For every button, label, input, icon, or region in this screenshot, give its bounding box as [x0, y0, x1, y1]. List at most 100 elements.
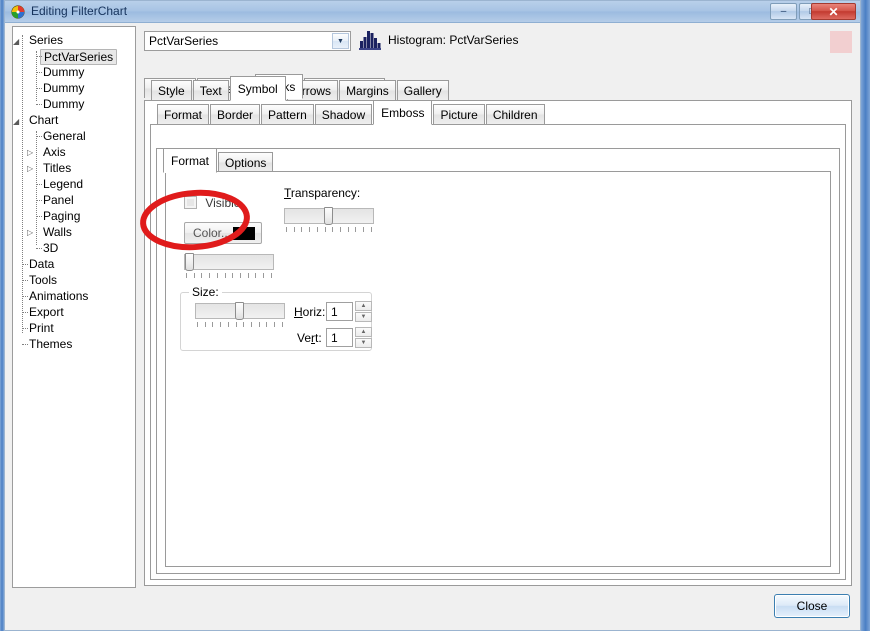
minimize-button[interactable]: – — [770, 3, 797, 20]
tree-item-series[interactable]: ◢ Series — [13, 32, 135, 48]
series-select-value: PctVarSeries — [149, 34, 219, 48]
tree-item-dummy[interactable]: Dummy — [13, 64, 135, 80]
tab-format[interactable]: Format — [163, 148, 218, 173]
tree-item-label: 3D — [43, 241, 59, 255]
tabstrip-level-4: Format Options — [163, 148, 274, 173]
color-swatch[interactable] — [233, 227, 255, 240]
tab-children[interactable]: Children — [485, 104, 545, 124]
size-slider-thumb[interactable] — [235, 302, 244, 320]
tree-item-label: Tools — [29, 273, 58, 287]
slider-ticks — [197, 322, 283, 328]
tree-item-titles[interactable]: ▷ Titles — [13, 160, 135, 176]
transparency-label: Transparency: — [284, 186, 360, 200]
window-title: Editing FilterChart — [31, 4, 128, 18]
horiz-input-value: 1 — [331, 305, 338, 319]
tree-item-paging[interactable]: Paging — [13, 208, 135, 224]
close-window-button[interactable]: ✕ — [811, 3, 856, 20]
tree-item-dummy[interactable]: Dummy — [13, 96, 135, 112]
navigation-tree[interactable]: ◢ Series PctVarSeries Dummy Dummy Dummy ◢ Chart… — [12, 26, 136, 588]
horiz-input[interactable]: 1 — [326, 302, 353, 321]
tree-item-chart[interactable]: ◢ Chart — [13, 112, 135, 128]
tab-label: Margins — [346, 84, 389, 98]
tree-item-label: Dummy — [43, 65, 85, 79]
dialog-footer: Close — [11, 589, 860, 625]
tree-item-tools[interactable]: Tools — [13, 272, 135, 288]
emboss-format-page: Visible Transparency: Color... Size: Hor… — [165, 171, 831, 567]
vert-label: Vert: — [297, 331, 322, 345]
tab-shadow[interactable]: Shadow — [314, 104, 373, 124]
tree-item-label: Dummy — [43, 97, 85, 111]
tree-item-axis[interactable]: ▷ Axis — [13, 144, 135, 160]
color-button[interactable]: Color... — [184, 222, 262, 244]
collapse-triangle-icon[interactable]: ▷ — [27, 161, 33, 177]
tree-item-data[interactable]: Data — [13, 256, 135, 272]
tree-connector — [36, 131, 37, 245]
series-select[interactable]: PctVarSeries ▼ — [144, 31, 351, 51]
visible-checkbox[interactable]: Visible — [184, 196, 240, 210]
tree-item-label: PctVarSeries — [40, 49, 118, 65]
tab-symbol[interactable]: Symbol — [229, 76, 286, 101]
series-color-preview[interactable] — [830, 31, 852, 53]
horiz-stepper-down[interactable]: ▼ — [355, 312, 372, 322]
vert-stepper[interactable]: ▲ ▼ — [355, 327, 372, 348]
tab-emboss[interactable]: Emboss — [373, 100, 433, 125]
tree-item-export[interactable]: Export — [13, 304, 135, 320]
emboss-amount-slider-thumb[interactable] — [185, 253, 194, 271]
tab-style[interactable]: Style — [151, 80, 192, 100]
horiz-stepper[interactable]: ▲ ▼ — [355, 301, 372, 322]
tree-item-label: Legend — [43, 177, 84, 191]
tree-item-general[interactable]: General — [13, 128, 135, 144]
tree-item-walls[interactable]: ▷ Walls — [13, 224, 135, 240]
tab-margins[interactable]: Margins — [339, 80, 396, 100]
tab-label: Symbol — [237, 82, 278, 96]
tab-options[interactable]: Options — [218, 152, 274, 172]
tab-label: Pattern — [268, 108, 307, 122]
vert-stepper-down[interactable]: ▼ — [355, 338, 372, 348]
tree-item-label: Data — [29, 257, 55, 271]
size-groupbox-title: Size: — [189, 285, 222, 299]
tree-item-label: Chart — [29, 113, 59, 127]
close-icon: ✕ — [828, 4, 839, 19]
close-button-label: Close — [796, 599, 828, 613]
tree-item-label: Dummy — [43, 81, 85, 95]
content-pane: PctVarSeries ▼ Histogram: PctVarSeries S… — [140, 26, 852, 588]
tree-item-print[interactable]: Print — [13, 320, 135, 336]
tab-pattern[interactable]: Pattern — [261, 104, 314, 124]
tree-item-3d[interactable]: 3D — [13, 240, 135, 256]
horiz-stepper-up[interactable]: ▲ — [355, 301, 372, 311]
color-button-label: Color... — [193, 226, 232, 240]
tab-format[interactable]: Format — [157, 104, 210, 124]
tree-item-label: General — [43, 129, 86, 143]
tabstrip-level-3: Format Border Pattern Shadow Emboss Picture Ch… — [157, 100, 546, 125]
vert-input[interactable]: 1 — [326, 328, 353, 347]
vert-stepper-up[interactable]: ▲ — [355, 327, 372, 337]
tab-gallery[interactable]: Gallery — [396, 80, 449, 100]
checkbox-box[interactable] — [184, 196, 197, 209]
collapse-triangle-icon[interactable]: ▷ — [27, 225, 33, 241]
transparency-slider-thumb[interactable] — [324, 207, 333, 225]
tree-connector — [22, 344, 28, 345]
tab-label: Children — [492, 108, 538, 122]
collapse-triangle-icon[interactable]: ▷ — [27, 145, 33, 161]
chart-type-title: Histogram: PctVarSeries — [388, 33, 519, 47]
tree-item-legend[interactable]: Legend — [13, 176, 135, 192]
tab-border[interactable]: Border — [210, 104, 261, 124]
tree-item-themes[interactable]: Themes — [13, 336, 135, 352]
tree-item-label: Animations — [29, 289, 89, 303]
tree-item-animations[interactable]: Animations — [13, 288, 135, 304]
tree-item-pctvarseries[interactable]: PctVarSeries — [13, 48, 135, 65]
tree-item-dummy[interactable]: Dummy — [13, 80, 135, 96]
tab-label: Emboss — [381, 106, 425, 120]
close-button[interactable]: Close — [774, 594, 850, 618]
horiz-label-rest: oriz: — [302, 305, 326, 319]
minimize-icon: – — [780, 6, 787, 17]
chevron-down-icon[interactable]: ▼ — [332, 33, 349, 49]
tree-item-panel[interactable]: Panel — [13, 192, 135, 208]
tab-picture[interactable]: Picture — [433, 104, 485, 124]
transparency-label-rest: ransparency: — [290, 186, 361, 200]
slider-ticks — [286, 227, 372, 233]
tree-item-label: Walls — [43, 225, 72, 239]
tab-text[interactable]: Text — [192, 80, 229, 100]
tree-connector — [36, 51, 37, 101]
horiz-accel: H — [294, 305, 303, 319]
